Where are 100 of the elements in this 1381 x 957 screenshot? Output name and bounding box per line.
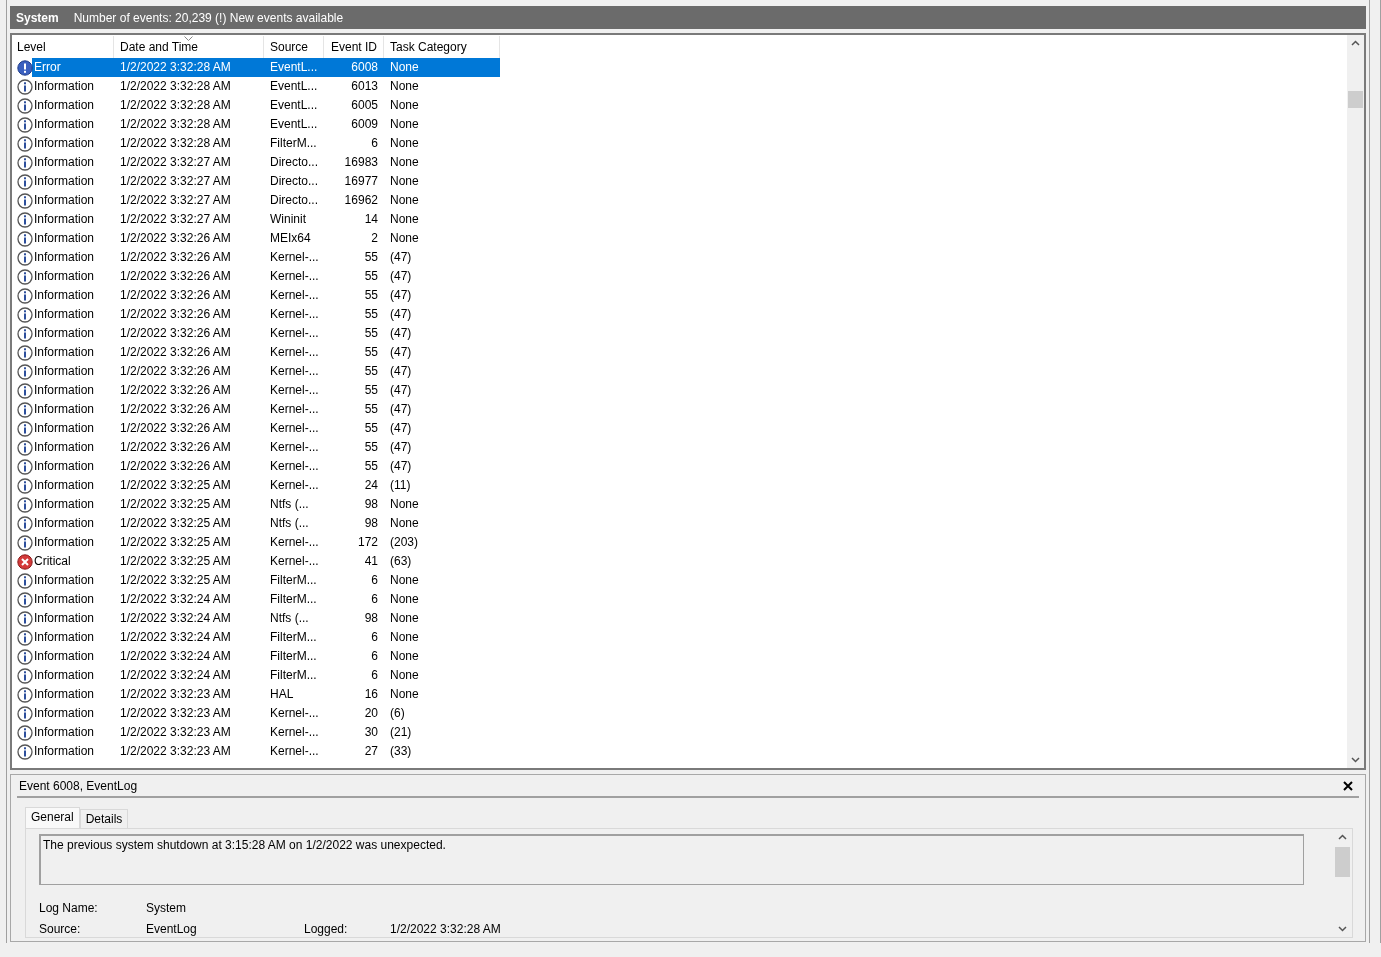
scroll-up-icon[interactable]	[1351, 40, 1360, 46]
info-icon	[17, 496, 33, 513]
table-cell-text: Ntfs (...	[269, 610, 310, 627]
table-row[interactable]: Information 1/2/2022 3:32:23 AM Kernel-... 27 (33)	[14, 742, 1347, 761]
scrollbar[interactable]	[1347, 35, 1364, 768]
table-row[interactable]: Information 1/2/2022 3:32:24 AM FilterM... 6 None	[14, 590, 1347, 609]
info-icon	[17, 363, 33, 380]
table-row[interactable]: Information 1/2/2022 3:32:26 AM Kernel-... 55 (47)	[14, 457, 1347, 476]
scrollbar-thumb[interactable]	[1348, 91, 1363, 108]
level-text: Information	[34, 477, 94, 494]
table-row[interactable]: Information 1/2/2022 3:32:26 AM Kernel-... 55 (47)	[14, 343, 1347, 362]
level-text: Information	[34, 648, 94, 665]
table-cell-text: 6013	[350, 78, 379, 95]
table-cell-text: 27	[363, 743, 379, 760]
table-cell-text: (47)	[389, 401, 413, 418]
info-icon	[17, 743, 33, 760]
info-icon	[17, 173, 33, 190]
table-row[interactable]: Information 1/2/2022 3:32:26 AM Kernel-... 55 (47)	[14, 286, 1347, 305]
table-row[interactable]: Information 1/2/2022 3:32:24 AM FilterM... 6 None	[14, 666, 1347, 685]
table-row[interactable]: Information 1/2/2022 3:32:24 AM FilterM... 6 None	[14, 647, 1347, 666]
table-cell-text: 6	[370, 667, 379, 684]
scroll-up-icon[interactable]	[1337, 834, 1347, 840]
level-text: Information	[34, 439, 94, 456]
table-cell-text: (63)	[389, 553, 413, 570]
table-row[interactable]: Critical 1/2/2022 3:32:25 AM Kernel-... 41 (63)	[14, 552, 1347, 571]
table-cell-text: None	[389, 515, 420, 532]
table-cell-text: (33)	[389, 743, 413, 760]
table-row[interactable]: Information 1/2/2022 3:32:26 AM Kernel-... 55 (47)	[14, 305, 1347, 324]
table-cell-text: 55	[363, 439, 379, 456]
table-row[interactable]: Information 1/2/2022 3:32:27 AM Directo... 16977 None	[14, 172, 1347, 191]
table-cell-text: (47)	[389, 439, 413, 456]
table-row[interactable]: Information 1/2/2022 3:32:26 AM Kernel-... 55 (47)	[14, 362, 1347, 381]
table-row[interactable]: Information 1/2/2022 3:32:27 AM Directo... 16983 None	[14, 153, 1347, 172]
table-cell-text: None	[389, 230, 420, 247]
level-text: Information	[34, 591, 94, 608]
table-row[interactable]: Information 1/2/2022 3:32:28 AM FilterM... 6 None	[14, 134, 1347, 153]
table-row[interactable]: Information 1/2/2022 3:32:27 AM Wininit 14 None	[14, 210, 1347, 229]
table-cell-text: 1/2/2022 3:32:23 AM	[119, 724, 232, 741]
scroll-down-icon[interactable]	[1337, 926, 1347, 932]
table-row[interactable]: Information 1/2/2022 3:32:28 AM EventL... 6005 None	[14, 96, 1347, 115]
table-row[interactable]: Information 1/2/2022 3:32:26 AM Kernel-... 55 (47)	[14, 438, 1347, 457]
table-cell-text: (47)	[389, 306, 413, 323]
table-cell-text: 1/2/2022 3:32:26 AM	[119, 325, 232, 342]
table-cell-text: 55	[363, 363, 379, 380]
table-row[interactable]: Information 1/2/2022 3:32:26 AM Kernel-... 55 (47)	[14, 248, 1347, 267]
tab[interactable]: General	[25, 807, 80, 828]
level-text: Information	[34, 667, 94, 684]
scrollbar-thumb[interactable]	[1334, 847, 1350, 877]
table-cell-text: (203)	[389, 534, 419, 551]
table-cell-text: 2	[370, 230, 379, 247]
level-text: Information	[34, 515, 94, 532]
table-cell-text: FilterM...	[269, 629, 318, 646]
table-cell-text: Wininit	[269, 211, 307, 228]
table-cell-text: Kernel-...	[269, 553, 320, 570]
table-cell-text: 6	[370, 591, 379, 608]
close-icon[interactable]	[1343, 780, 1353, 791]
table-row[interactable]: Error 1/2/2022 3:32:28 AM EventL... 6008 None	[14, 58, 1347, 77]
info-icon	[17, 610, 33, 627]
scroll-down-icon[interactable]	[1351, 757, 1360, 763]
table-row[interactable]: Information 1/2/2022 3:32:23 AM Kernel-... 30 (21)	[14, 723, 1347, 742]
level-text: Information	[34, 211, 94, 228]
table-row[interactable]: Information 1/2/2022 3:32:25 AM Ntfs (... 98 None	[14, 514, 1347, 533]
table-row[interactable]: Information 1/2/2022 3:32:23 AM HAL 16 None	[14, 685, 1347, 704]
table-cell-text: 6	[370, 629, 379, 646]
table-row[interactable]: Information 1/2/2022 3:32:25 AM FilterM... 6 None	[14, 571, 1347, 590]
tab[interactable]: Details	[79, 809, 129, 828]
table-row[interactable]: Information 1/2/2022 3:32:26 AM MEIx64 2 None	[14, 229, 1347, 248]
table-cell-text: None	[389, 211, 420, 228]
table-cell-text: None	[389, 667, 420, 684]
table-cell-text: 1/2/2022 3:32:28 AM	[119, 116, 232, 133]
description-box[interactable]: The previous system shutdown at 3:15:28 AM on 1/2/2022 was unexpected.	[39, 834, 1304, 885]
table-row[interactable]: Information 1/2/2022 3:32:26 AM Kernel-... 55 (47)	[14, 324, 1347, 343]
table-cell-text: None	[389, 135, 420, 152]
table-row[interactable]: Information 1/2/2022 3:32:28 AM EventL... 6013 None	[14, 77, 1347, 96]
table-row[interactable]: Information 1/2/2022 3:32:24 AM FilterM... 6 None	[14, 628, 1347, 647]
table-cell-text: 16962	[343, 192, 379, 209]
table-row[interactable]: Information 1/2/2022 3:32:25 AM Kernel-... 172 (203)	[14, 533, 1347, 552]
table-row[interactable]: Information 1/2/2022 3:32:25 AM Ntfs (... 98 None	[14, 495, 1347, 514]
table-row[interactable]: Information 1/2/2022 3:32:25 AM Kernel-... 24 (11)	[14, 476, 1347, 495]
level-text: Information	[34, 363, 94, 380]
table-row[interactable]: Information 1/2/2022 3:32:28 AM EventL... 6009 None	[14, 115, 1347, 134]
table-cell-text: 6	[370, 572, 379, 589]
table-row[interactable]: Information 1/2/2022 3:32:24 AM Ntfs (... 98 None	[14, 609, 1347, 628]
table-cell-text: 1/2/2022 3:32:25 AM	[119, 477, 232, 494]
table-cell-text: 55	[363, 325, 379, 342]
table-row[interactable]: Information 1/2/2022 3:32:26 AM Kernel-... 55 (47)	[14, 419, 1347, 438]
table-row[interactable]: Information 1/2/2022 3:32:27 AM Directo... 16962 None	[14, 191, 1347, 210]
table-cell-text: 1/2/2022 3:32:24 AM	[119, 648, 232, 665]
table-cell-text: Kernel-...	[269, 268, 320, 285]
table-cell-text: Kernel-...	[269, 344, 320, 361]
table-row[interactable]: Information 1/2/2022 3:32:26 AM Kernel-... 55 (47)	[14, 267, 1347, 286]
table-cell-text: Directo...	[269, 192, 319, 209]
table-row[interactable]: Information 1/2/2022 3:32:26 AM Kernel-... 55 (47)	[14, 400, 1347, 419]
info-icon	[17, 667, 33, 684]
table-row[interactable]: Information 1/2/2022 3:32:23 AM Kernel-... 20 (6)	[14, 704, 1347, 723]
table-cell-text: 1/2/2022 3:32:26 AM	[119, 382, 232, 399]
table-row[interactable]: Information 1/2/2022 3:32:26 AM Kernel-... 55 (47)	[14, 381, 1347, 400]
table-cell-text: 1/2/2022 3:32:24 AM	[119, 591, 232, 608]
table-cell-text: FilterM...	[269, 667, 318, 684]
table-cell-text: 1/2/2022 3:32:26 AM	[119, 420, 232, 437]
